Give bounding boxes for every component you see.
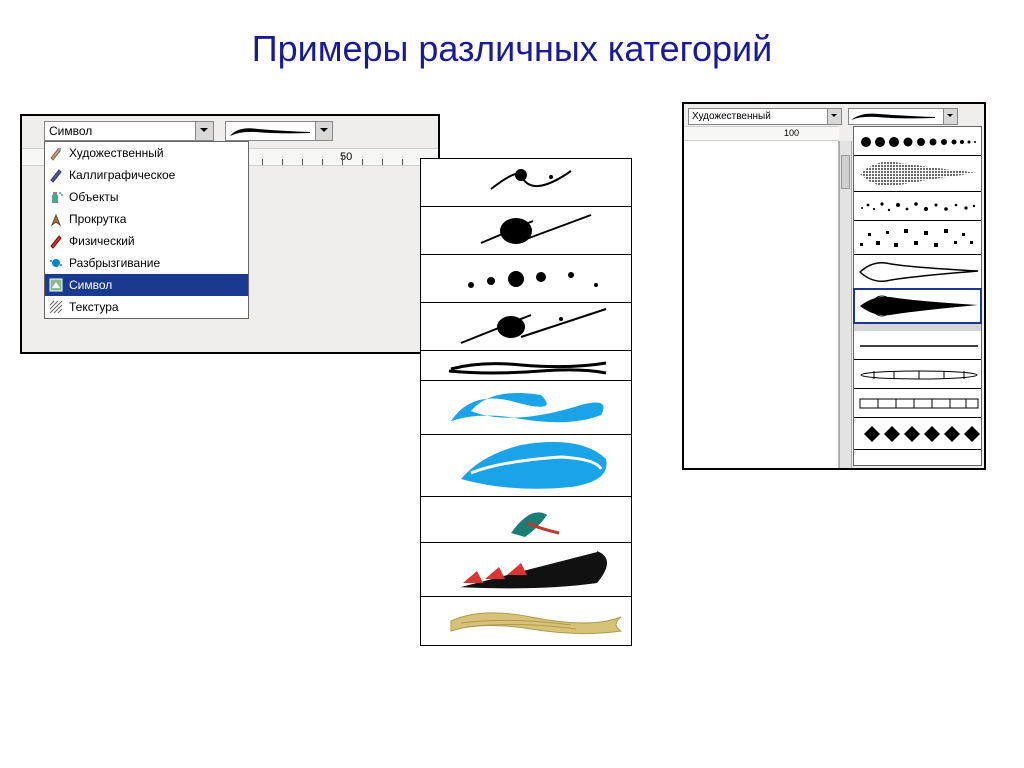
chevron-down-icon[interactable] (943, 109, 957, 124)
brush-icon (47, 144, 65, 162)
dropdown-item-label: Объекты (69, 190, 119, 204)
brush-preview[interactable] (848, 108, 958, 125)
chevron-down-icon[interactable] (195, 122, 213, 140)
vertical-scrollbar[interactable] (839, 141, 852, 468)
dropdown-item-label: Прокрутка (69, 212, 126, 226)
brush-sample[interactable] (421, 381, 631, 435)
feather-stroke-icon (849, 109, 939, 124)
dropdown-item-artistic[interactable]: Художественный (45, 142, 248, 164)
dropdown-item-objects[interactable]: Объекты (45, 186, 248, 208)
page-title: Примеры различных категорий (0, 0, 1024, 70)
chevron-down-icon[interactable] (315, 122, 332, 140)
brush-sample[interactable] (421, 597, 631, 645)
splat-icon (47, 254, 65, 272)
chevron-down-icon[interactable] (827, 109, 841, 124)
right-screenshot: Художественный 100 (682, 102, 986, 470)
left-screenshot: Символ 50 Художественный (20, 114, 440, 354)
brush-sample[interactable] (421, 159, 631, 207)
brush-sample[interactable] (421, 351, 631, 381)
brush-sample[interactable] (854, 156, 981, 192)
dropdown-item-texture[interactable]: Текстура (45, 296, 248, 318)
dropdown-item-splatter[interactable]: Разбрызгивание (45, 252, 248, 274)
ruler: 100 (684, 126, 839, 141)
brush-preview[interactable] (225, 121, 333, 141)
nib-icon (47, 210, 65, 228)
brush-sample[interactable] (421, 207, 631, 255)
brush-sample[interactable] (854, 255, 981, 289)
brush-sample[interactable] (421, 303, 631, 351)
brush-sample[interactable] (421, 255, 631, 303)
artistic-brush-list (853, 126, 982, 466)
feather-stroke-icon (228, 123, 314, 140)
dropdown-item-label: Художественный (69, 146, 164, 160)
brush-sample-selected[interactable] (854, 289, 981, 323)
brush-sample[interactable] (854, 221, 981, 255)
brush-sample[interactable] (421, 497, 631, 543)
hatch-icon (47, 298, 65, 316)
brush-sample[interactable] (854, 192, 981, 221)
dropdown-item-label: Разбрызгивание (69, 256, 160, 270)
ruler-mark: 100 (784, 128, 799, 138)
dropdown-item-label: Каллиграфическое (69, 168, 175, 182)
pen-icon (47, 166, 65, 184)
brush-sample[interactable] (854, 389, 981, 418)
category-combo[interactable]: Художественный (688, 108, 842, 125)
category-combo-value: Символ (49, 124, 92, 138)
spray-icon (47, 188, 65, 206)
dropdown-item-physical[interactable]: Физический (45, 230, 248, 252)
dropdown-item-symbol[interactable]: Символ (45, 274, 248, 296)
dropdown-item-scroll[interactable]: Прокрутка (45, 208, 248, 230)
brush-sample[interactable] (421, 543, 631, 597)
category-combo-value: Художественный (692, 111, 771, 122)
panel-divider (854, 323, 981, 331)
dropdown-item-label: Физический (69, 234, 135, 248)
symbol-icon (47, 276, 65, 294)
dropdown-item-label: Текстура (69, 300, 119, 314)
canvas-area[interactable] (684, 141, 839, 468)
brush-sample[interactable] (421, 435, 631, 497)
pencil-icon (47, 232, 65, 250)
brush-sample[interactable] (854, 331, 981, 360)
brush-sample[interactable] (854, 360, 981, 389)
category-dropdown[interactable]: Художественный Каллиграфическое Объекты … (44, 141, 249, 319)
symbol-brush-list (420, 158, 632, 646)
dropdown-item-label: Символ (69, 278, 112, 292)
dropdown-item-calligraphic[interactable]: Каллиграфическое (45, 164, 248, 186)
brush-sample[interactable] (854, 418, 981, 450)
brush-sample[interactable] (854, 127, 981, 156)
category-combo[interactable]: Символ (44, 121, 214, 141)
